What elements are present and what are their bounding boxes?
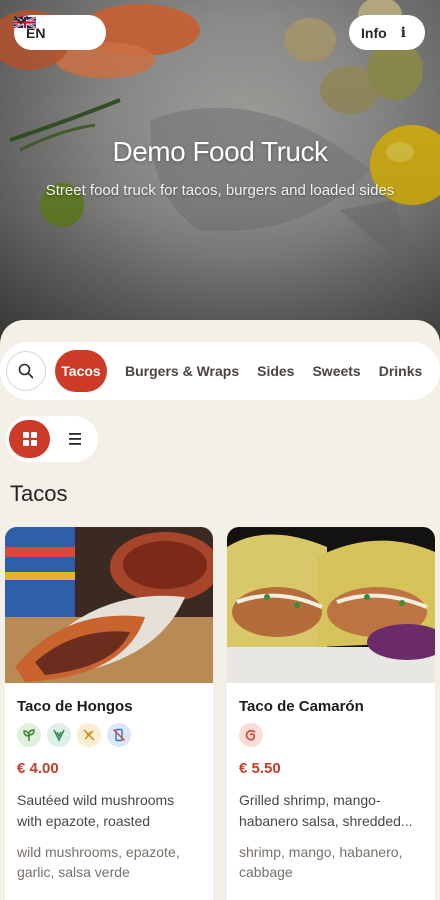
- list-icon: [69, 433, 81, 445]
- product-ingredients: shrimp, mango, habanero, cabbage: [239, 844, 403, 880]
- restaurant-title: Demo Food Truck: [112, 136, 328, 167]
- search-icon: [18, 363, 34, 379]
- tab-tacos[interactable]: Tacos: [55, 350, 107, 392]
- hero-banner: EN Info i Demo Food Truck Street food tr…: [0, 0, 440, 350]
- dietary-badges: [17, 723, 201, 747]
- product-price: € 5.50: [239, 760, 281, 777]
- product-card[interactable]: Taco de Hongos € 4.00 Sautéed wild mushr…: [5, 527, 213, 900]
- product-name: Taco de Hongos: [17, 698, 133, 715]
- vegan-leaf-icon: [17, 723, 41, 747]
- product-price: € 4.00: [17, 760, 59, 777]
- tab-burgers-wraps[interactable]: Burgers & Wraps: [116, 350, 248, 392]
- chevron-down-icon: [14, 16, 28, 25]
- vegetarian-icon: [47, 723, 71, 747]
- product-photo: [227, 527, 435, 683]
- tab-drinks[interactable]: Drinks: [370, 350, 432, 392]
- tab-sides[interactable]: Sides: [248, 350, 303, 392]
- product-description: Grilled shrimp, mango-habanero salsa, sh…: [239, 792, 413, 829]
- tab-sweets[interactable]: Sweets: [303, 350, 369, 392]
- grid-icon: [22, 432, 37, 446]
- language-selector[interactable]: EN: [14, 15, 106, 50]
- view-toggle: [6, 416, 98, 462]
- product-description: Sautéed wild mushrooms with epazote, roa…: [17, 792, 175, 829]
- list-view-button[interactable]: [54, 420, 96, 458]
- product-photo: [5, 527, 213, 683]
- search-button[interactable]: [6, 351, 46, 391]
- product-ingredients: wild mushrooms, epazote, garlic, salsa v…: [17, 844, 180, 880]
- dietary-badges: [239, 723, 423, 747]
- restaurant-subtitle: Street food truck for tacos, burgers and…: [45, 182, 395, 199]
- shellfish-icon: [239, 723, 263, 747]
- info-button[interactable]: Info i: [349, 15, 425, 50]
- product-name: Taco de Camarón: [239, 698, 364, 715]
- gluten-free-icon: [77, 723, 101, 747]
- grid-view-button[interactable]: [9, 420, 50, 458]
- no-phone-icon: [107, 723, 131, 747]
- section-title: Tacos: [10, 481, 68, 506]
- product-card[interactable]: Taco de Camarón € 5.50 Grilled shrimp, m…: [227, 527, 435, 900]
- info-icon: i: [400, 24, 406, 41]
- category-tabs: Tacos Burgers & Wraps Sides Sweets Drink…: [0, 342, 440, 400]
- info-label: Info: [361, 24, 387, 41]
